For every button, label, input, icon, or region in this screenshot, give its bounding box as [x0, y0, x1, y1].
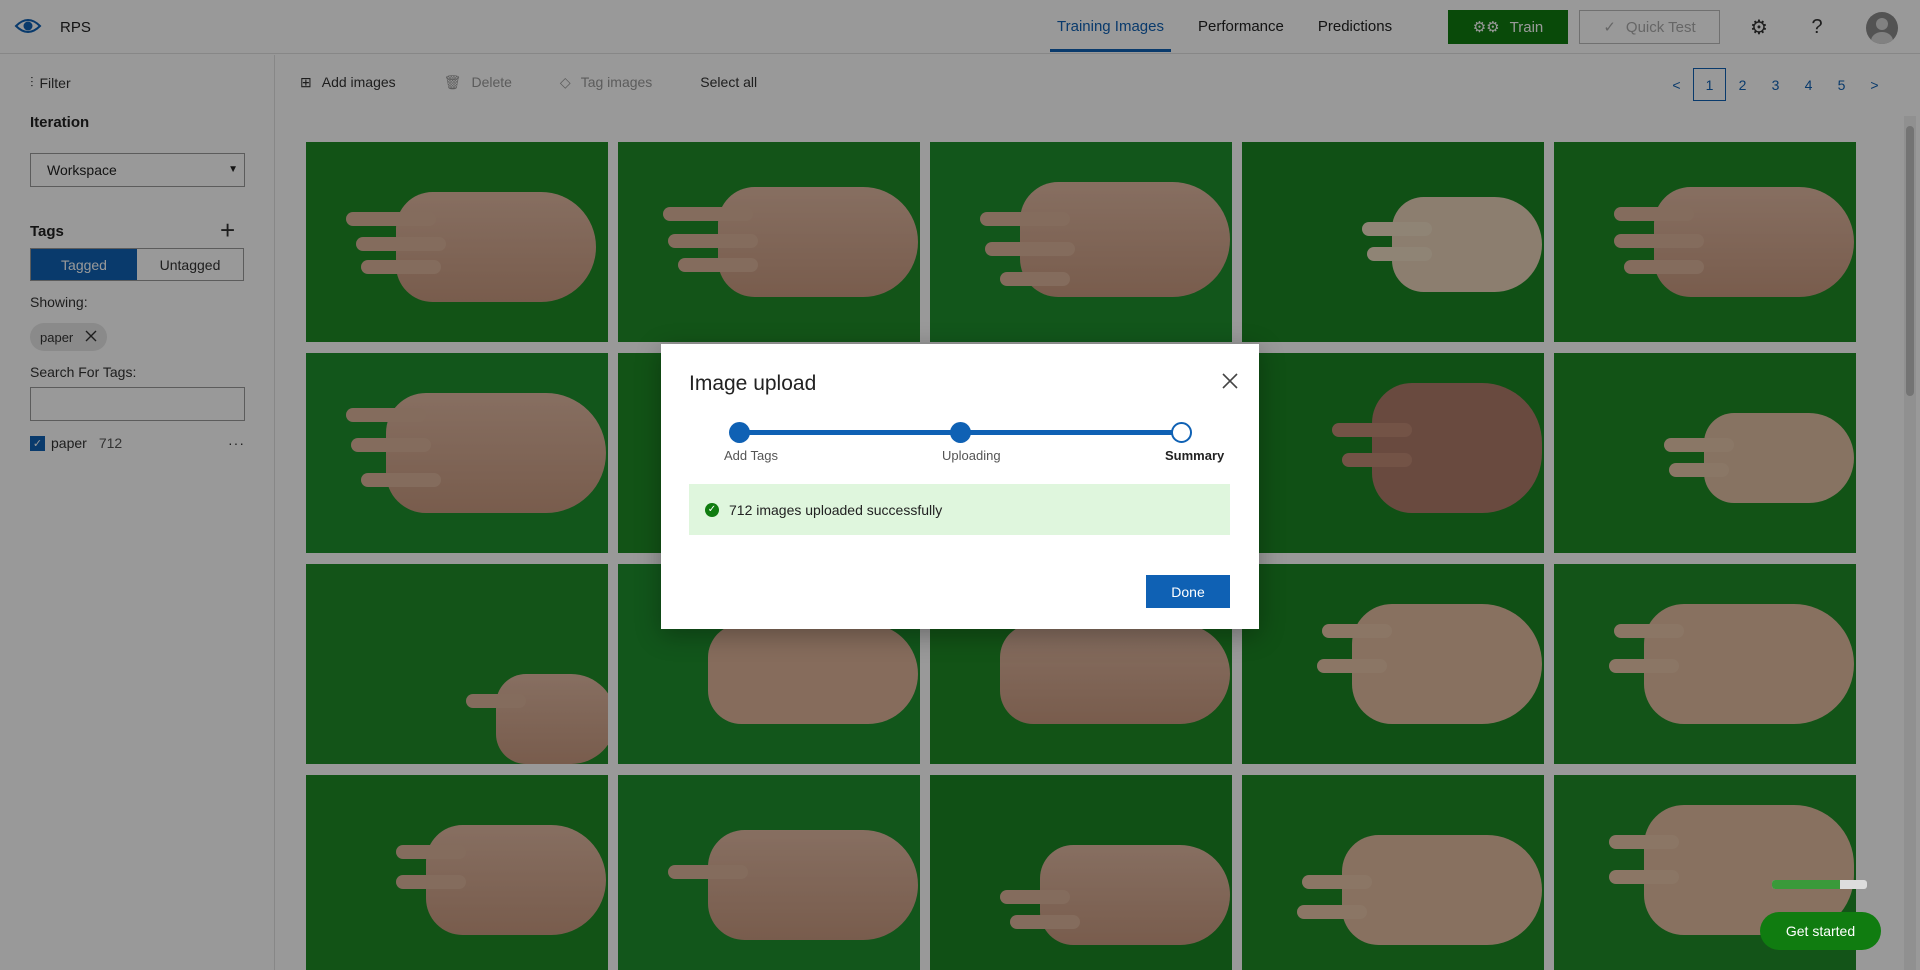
success-check-icon: ✓ [705, 502, 719, 517]
progress-fill [1772, 880, 1841, 889]
upload-stepper [729, 422, 1192, 444]
step-dot-add-tags [729, 422, 750, 443]
done-button[interactable]: Done [1146, 575, 1230, 608]
step-label-uploading: Uploading [942, 448, 1001, 463]
dialog-title: Image upload [689, 372, 817, 395]
step-label-add-tags: Add Tags [724, 448, 778, 463]
image-upload-dialog: Image upload Add Tags Uploading Summary … [661, 344, 1259, 629]
step-dot-uploading [950, 422, 971, 443]
success-message: 712 images uploaded successfully [729, 501, 943, 518]
step-label-summary: Summary [1165, 448, 1225, 463]
success-message-bar: ✓ 712 images uploaded successfully [689, 484, 1230, 535]
close-icon[interactable] [1217, 368, 1243, 394]
get-started-progress [1772, 880, 1867, 889]
get-started-button[interactable]: Get started [1760, 912, 1881, 950]
step-dot-summary [1171, 422, 1192, 443]
